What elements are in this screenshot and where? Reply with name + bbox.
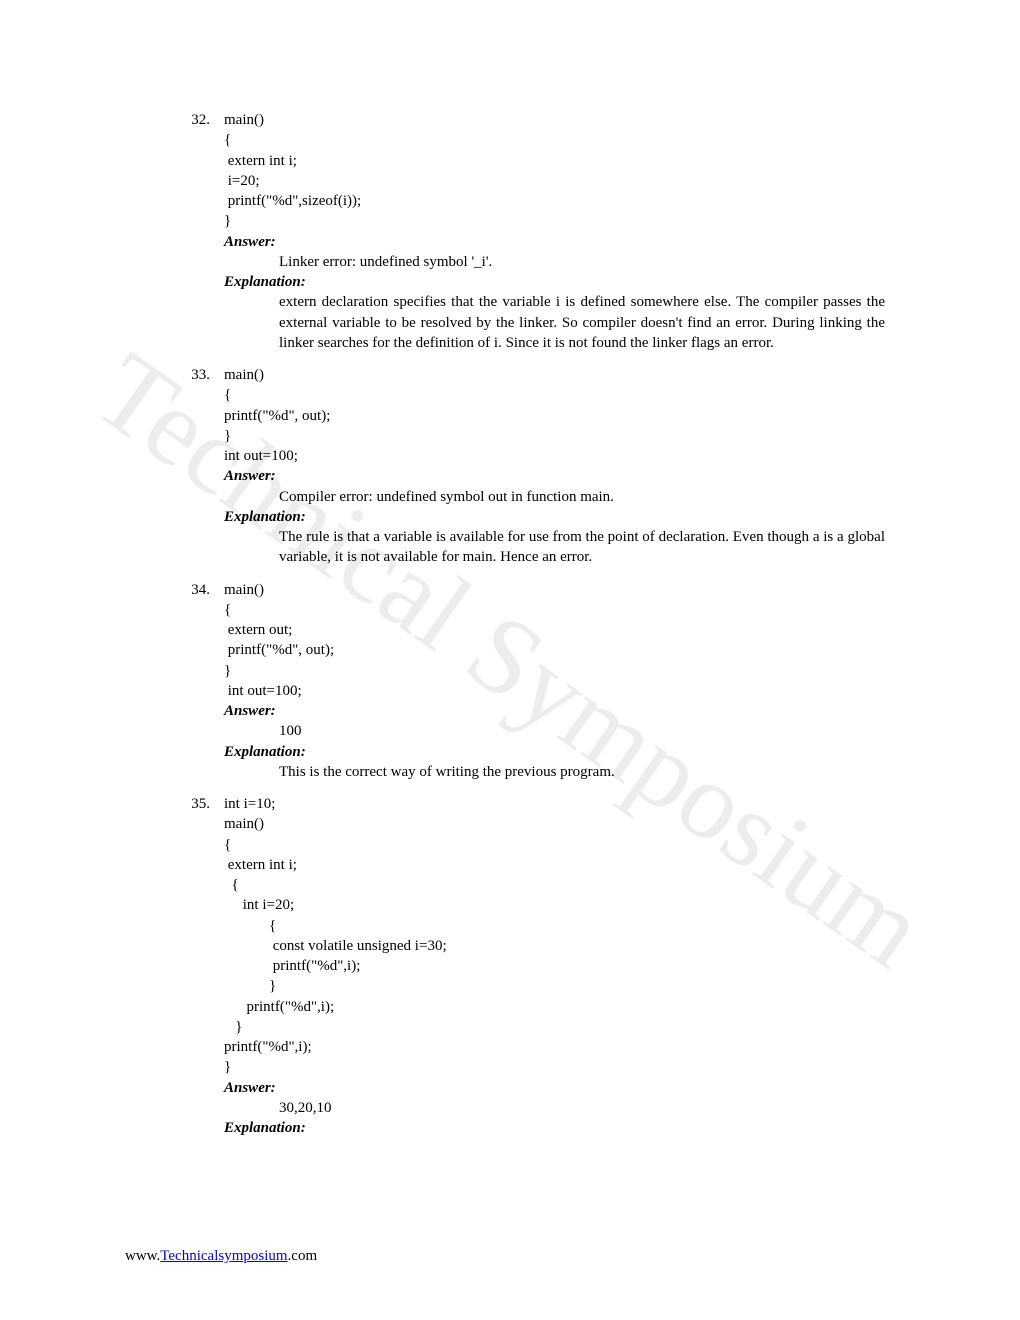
explanation-label: Explanation:	[224, 507, 885, 527]
footer: www.Technicalsymposium.com	[125, 1248, 317, 1265]
code-block: int i=10; main() { extern int i; { int i…	[224, 794, 885, 1078]
question-number: 34.	[155, 580, 224, 783]
question-34: 34. main() { extern out; printf("%d", ou…	[155, 580, 885, 783]
code-block: main() { printf("%d", out); } int out=10…	[224, 365, 885, 466]
answer-text: 100	[224, 721, 885, 741]
explanation-label: Explanation:	[224, 742, 885, 762]
answer-text: 30,20,10	[224, 1098, 885, 1118]
question-number: 35.	[155, 794, 224, 1138]
explanation-label: Explanation:	[224, 1118, 885, 1138]
explanation-text: extern declaration specifies that the va…	[224, 292, 885, 353]
answer-label: Answer:	[224, 232, 885, 252]
page-content: 32. main() { extern int i; i=20; printf(…	[0, 0, 1020, 1138]
answer-label: Answer:	[224, 466, 885, 486]
explanation-text: This is the correct way of writing the p…	[224, 762, 885, 782]
question-number: 32.	[155, 110, 224, 353]
answer-text: Linker error: undefined symbol '_i'.	[224, 252, 885, 272]
answer-label: Answer:	[224, 1078, 885, 1098]
question-number: 33.	[155, 365, 224, 568]
answer-text: Compiler error: undefined symbol out in …	[224, 487, 885, 507]
question-33: 33. main() { printf("%d", out); } int ou…	[155, 365, 885, 568]
footer-link[interactable]: Technicalsymposium	[160, 1248, 287, 1264]
question-35: 35. int i=10; main() { extern int i; { i…	[155, 794, 885, 1138]
explanation-text: The rule is that a variable is available…	[224, 527, 885, 568]
footer-suffix: .com	[288, 1248, 318, 1264]
footer-prefix: www.	[125, 1248, 160, 1264]
code-block: main() { extern out; printf("%d", out); …	[224, 580, 885, 702]
answer-label: Answer:	[224, 701, 885, 721]
explanation-label: Explanation:	[224, 272, 885, 292]
code-block: main() { extern int i; i=20; printf("%d"…	[224, 110, 885, 232]
question-32: 32. main() { extern int i; i=20; printf(…	[155, 110, 885, 353]
